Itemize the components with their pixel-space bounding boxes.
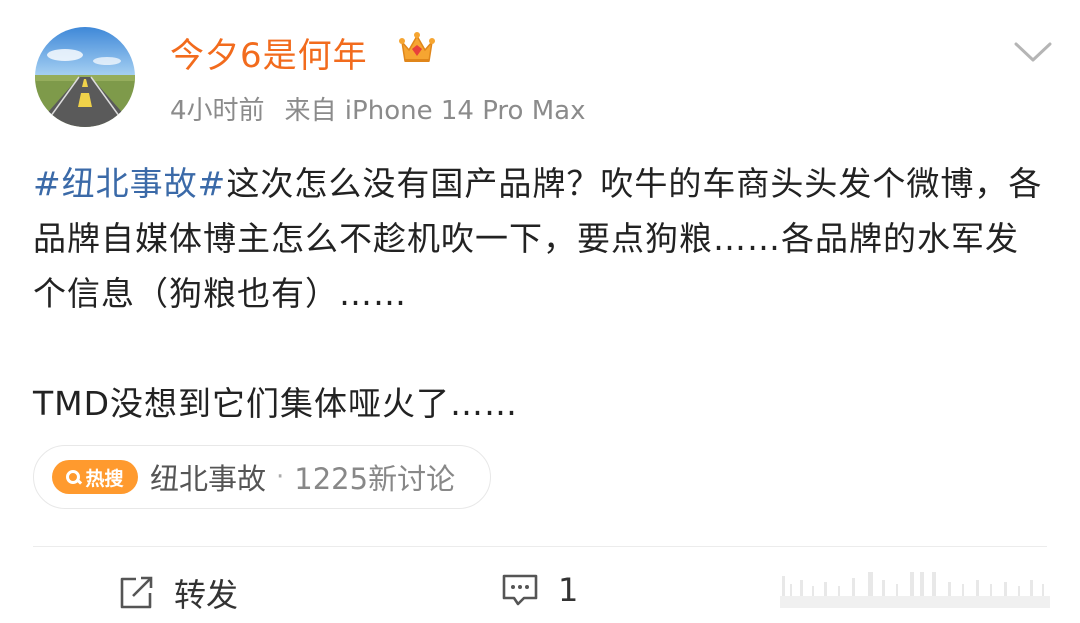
post-body: #纽北事故#这次怎么没有国产品牌？吹牛的车商头头发个微博，各品牌自媒体博主怎么不… bbox=[33, 156, 1043, 431]
repost-button[interactable]: 转发 bbox=[116, 570, 238, 616]
repost-label: 转发 bbox=[174, 576, 239, 614]
comment-icon bbox=[502, 574, 538, 606]
hot-search-badge: 热搜 bbox=[52, 460, 138, 494]
comment-count: 1 bbox=[558, 571, 579, 609]
post-meta: 4小时前 来自 iPhone 14 Pro Max bbox=[170, 90, 585, 127]
crown-icon bbox=[398, 30, 436, 68]
post-time: 4小时前 bbox=[170, 96, 265, 126]
avatar[interactable] bbox=[35, 27, 135, 127]
like-area-watermark bbox=[780, 566, 1080, 616]
separator-dot: · bbox=[276, 462, 285, 492]
username[interactable]: 今夕6是何年 bbox=[170, 28, 368, 77]
divider bbox=[33, 546, 1047, 547]
discussion-count: 1225新讨论 bbox=[294, 462, 456, 496]
post-paragraph-2: TMD没想到它们集体哑火了…… bbox=[33, 384, 519, 423]
hot-search-badge-label: 热搜 bbox=[85, 467, 124, 490]
repost-icon bbox=[120, 576, 153, 609]
comment-button[interactable]: 1 bbox=[500, 570, 578, 610]
hot-search-tag[interactable]: 热搜 纽北事故 · 1225新讨论 bbox=[33, 445, 491, 509]
avatar-road-image bbox=[35, 27, 135, 127]
search-icon bbox=[66, 470, 81, 484]
post-paragraph-1: #纽北事故#这次怎么没有国产品牌？吹牛的车商头头发个微博，各品牌自媒体博主怎么不… bbox=[33, 156, 1043, 321]
chevron-down-icon[interactable] bbox=[1013, 38, 1053, 66]
hot-search-topic: 纽北事故 bbox=[150, 462, 267, 496]
post-source: 来自 iPhone 14 Pro Max bbox=[284, 96, 586, 126]
topic-link[interactable]: #纽北事故# bbox=[33, 164, 226, 203]
